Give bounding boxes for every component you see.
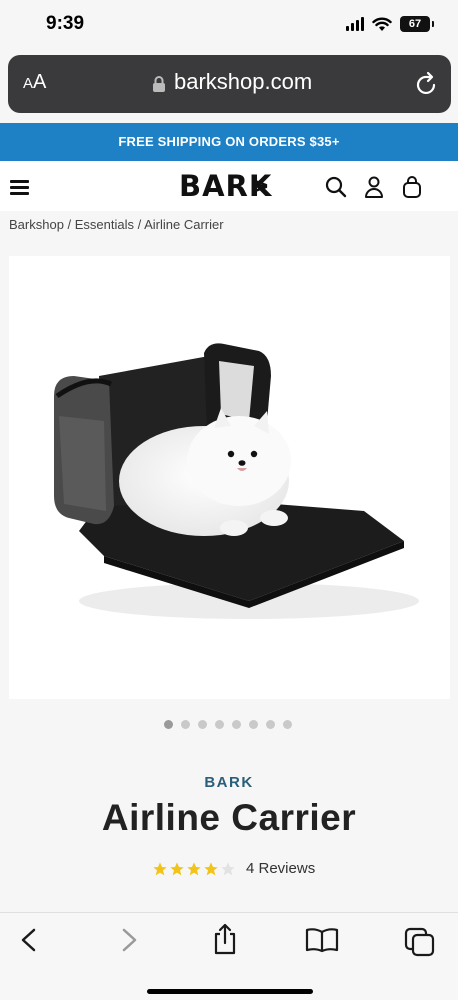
image-carousel-dots[interactable] bbox=[164, 720, 292, 729]
carrier-photo bbox=[54, 343, 419, 619]
status-icons: 67 bbox=[346, 16, 434, 32]
breadcrumb[interactable]: Barkshop / Essentials / Airline Carrier bbox=[9, 217, 224, 232]
battery-icon: 67 bbox=[400, 16, 434, 32]
star-filled-icon bbox=[204, 861, 218, 875]
browser-toolbar bbox=[0, 912, 458, 1000]
account-icon[interactable] bbox=[364, 176, 384, 198]
star-filled-icon bbox=[170, 861, 184, 875]
product-title: Airline Carrier bbox=[101, 797, 357, 838]
bookmarks-icon[interactable] bbox=[305, 927, 339, 953]
product-image[interactable] bbox=[9, 256, 450, 699]
url-text[interactable]: barkshop.com bbox=[174, 69, 312, 95]
search-icon[interactable] bbox=[325, 176, 347, 198]
carousel-dot[interactable] bbox=[249, 720, 258, 729]
carousel-dot[interactable] bbox=[215, 720, 224, 729]
star-empty-icon bbox=[221, 861, 235, 875]
logo-bark-lines bbox=[254, 179, 268, 193]
review-count[interactable]: 4 Reviews bbox=[246, 860, 315, 877]
cellular-signal-icon bbox=[346, 17, 364, 31]
product-brand[interactable]: BARK bbox=[0, 774, 458, 791]
share-icon[interactable] bbox=[212, 923, 238, 955]
carousel-dot[interactable] bbox=[232, 720, 241, 729]
status-bar: 9:39 67 bbox=[0, 0, 458, 50]
site-header: BARK bbox=[0, 161, 458, 211]
cart-bag-icon[interactable] bbox=[402, 176, 422, 198]
lock-icon bbox=[153, 76, 165, 92]
carousel-dot[interactable] bbox=[164, 720, 173, 729]
wifi-icon bbox=[372, 17, 392, 31]
reload-icon[interactable] bbox=[415, 71, 439, 97]
carousel-dot[interactable] bbox=[198, 720, 207, 729]
page: 9:39 67 AA barkshop.com FREE SHIPPING ON… bbox=[0, 0, 458, 1000]
product-rating[interactable]: 4 Reviews bbox=[152, 860, 315, 877]
carousel-dot[interactable] bbox=[283, 720, 292, 729]
star-filled-icon bbox=[187, 861, 201, 875]
back-icon[interactable] bbox=[18, 927, 40, 953]
carousel-dot[interactable] bbox=[266, 720, 275, 729]
carousel-dot[interactable] bbox=[181, 720, 190, 729]
address-bar[interactable]: AA barkshop.com bbox=[8, 55, 451, 113]
forward-icon[interactable] bbox=[118, 927, 140, 953]
rating-stars bbox=[152, 861, 236, 877]
promo-banner[interactable]: FREE SHIPPING ON ORDERS $35+ bbox=[0, 123, 458, 161]
status-time: 9:39 bbox=[46, 13, 85, 34]
star-filled-icon bbox=[153, 861, 167, 875]
text-size-button[interactable]: AA bbox=[23, 71, 46, 94]
home-indicator[interactable] bbox=[147, 989, 313, 994]
tabs-icon[interactable] bbox=[404, 927, 436, 957]
menu-icon[interactable] bbox=[10, 180, 29, 198]
